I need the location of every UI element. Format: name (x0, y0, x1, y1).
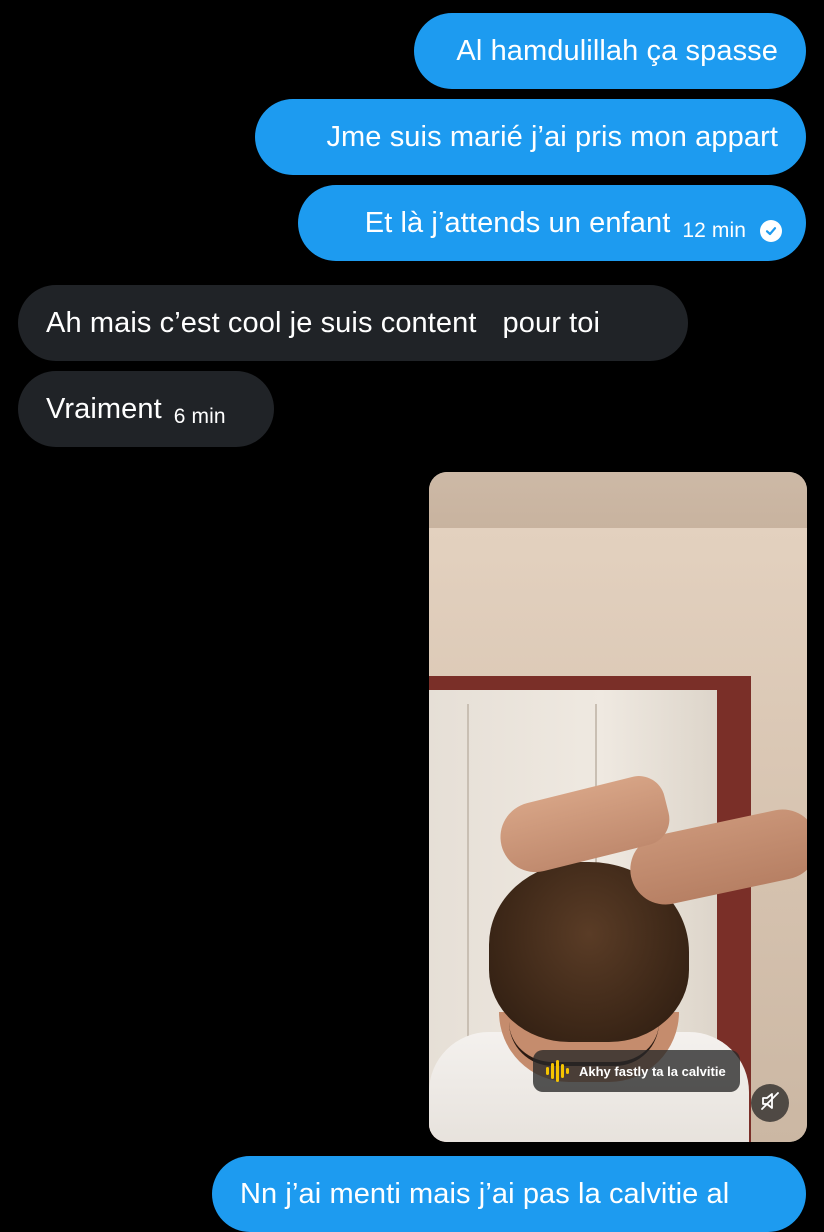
incoming-message[interactable]: Vraiment 6 min (18, 371, 274, 447)
message-text: Nn j’ai menti mais j’ai pas la calvitie … (240, 1178, 730, 1210)
audio-caption-text: Akhy fastly ta la calvitie (579, 1063, 726, 1079)
message-text-continued: pour toi (502, 306, 601, 339)
read-check-icon (760, 220, 782, 242)
outgoing-message[interactable]: Nn j’ai menti mais j’ai pas la calvitie … (212, 1156, 806, 1232)
audio-caption-chip: Akhy fastly ta la calvitie (533, 1050, 740, 1092)
message-text: Jme suis marié j’ai pris mon appart (326, 120, 778, 153)
video-frame-ceiling (429, 472, 807, 528)
message-text: Ah mais c’est cool je suis content (46, 306, 477, 339)
incoming-message[interactable]: Ah mais c’est cool je suis content pour … (18, 285, 688, 361)
message-text: Vraiment (46, 392, 162, 425)
outgoing-message[interactable]: Al hamdulillah ça spasse (414, 13, 806, 89)
message-timestamp: 6 min (173, 405, 226, 428)
muted-speaker-icon (759, 1090, 781, 1117)
message-timestamp: 12 min (682, 219, 746, 242)
audio-waveform-icon (545, 1060, 571, 1082)
message-text: Et là j’attends un enfant (364, 206, 671, 239)
outgoing-message[interactable]: Et là j’attends un enfant 12 min (298, 185, 806, 261)
video-message[interactable]: Akhy fastly ta la calvitie (429, 472, 807, 1142)
mute-button[interactable] (751, 1084, 789, 1122)
message-text: Al hamdulillah ça spasse (456, 34, 778, 67)
outgoing-message[interactable]: Jme suis marié j’ai pris mon appart (255, 99, 806, 175)
